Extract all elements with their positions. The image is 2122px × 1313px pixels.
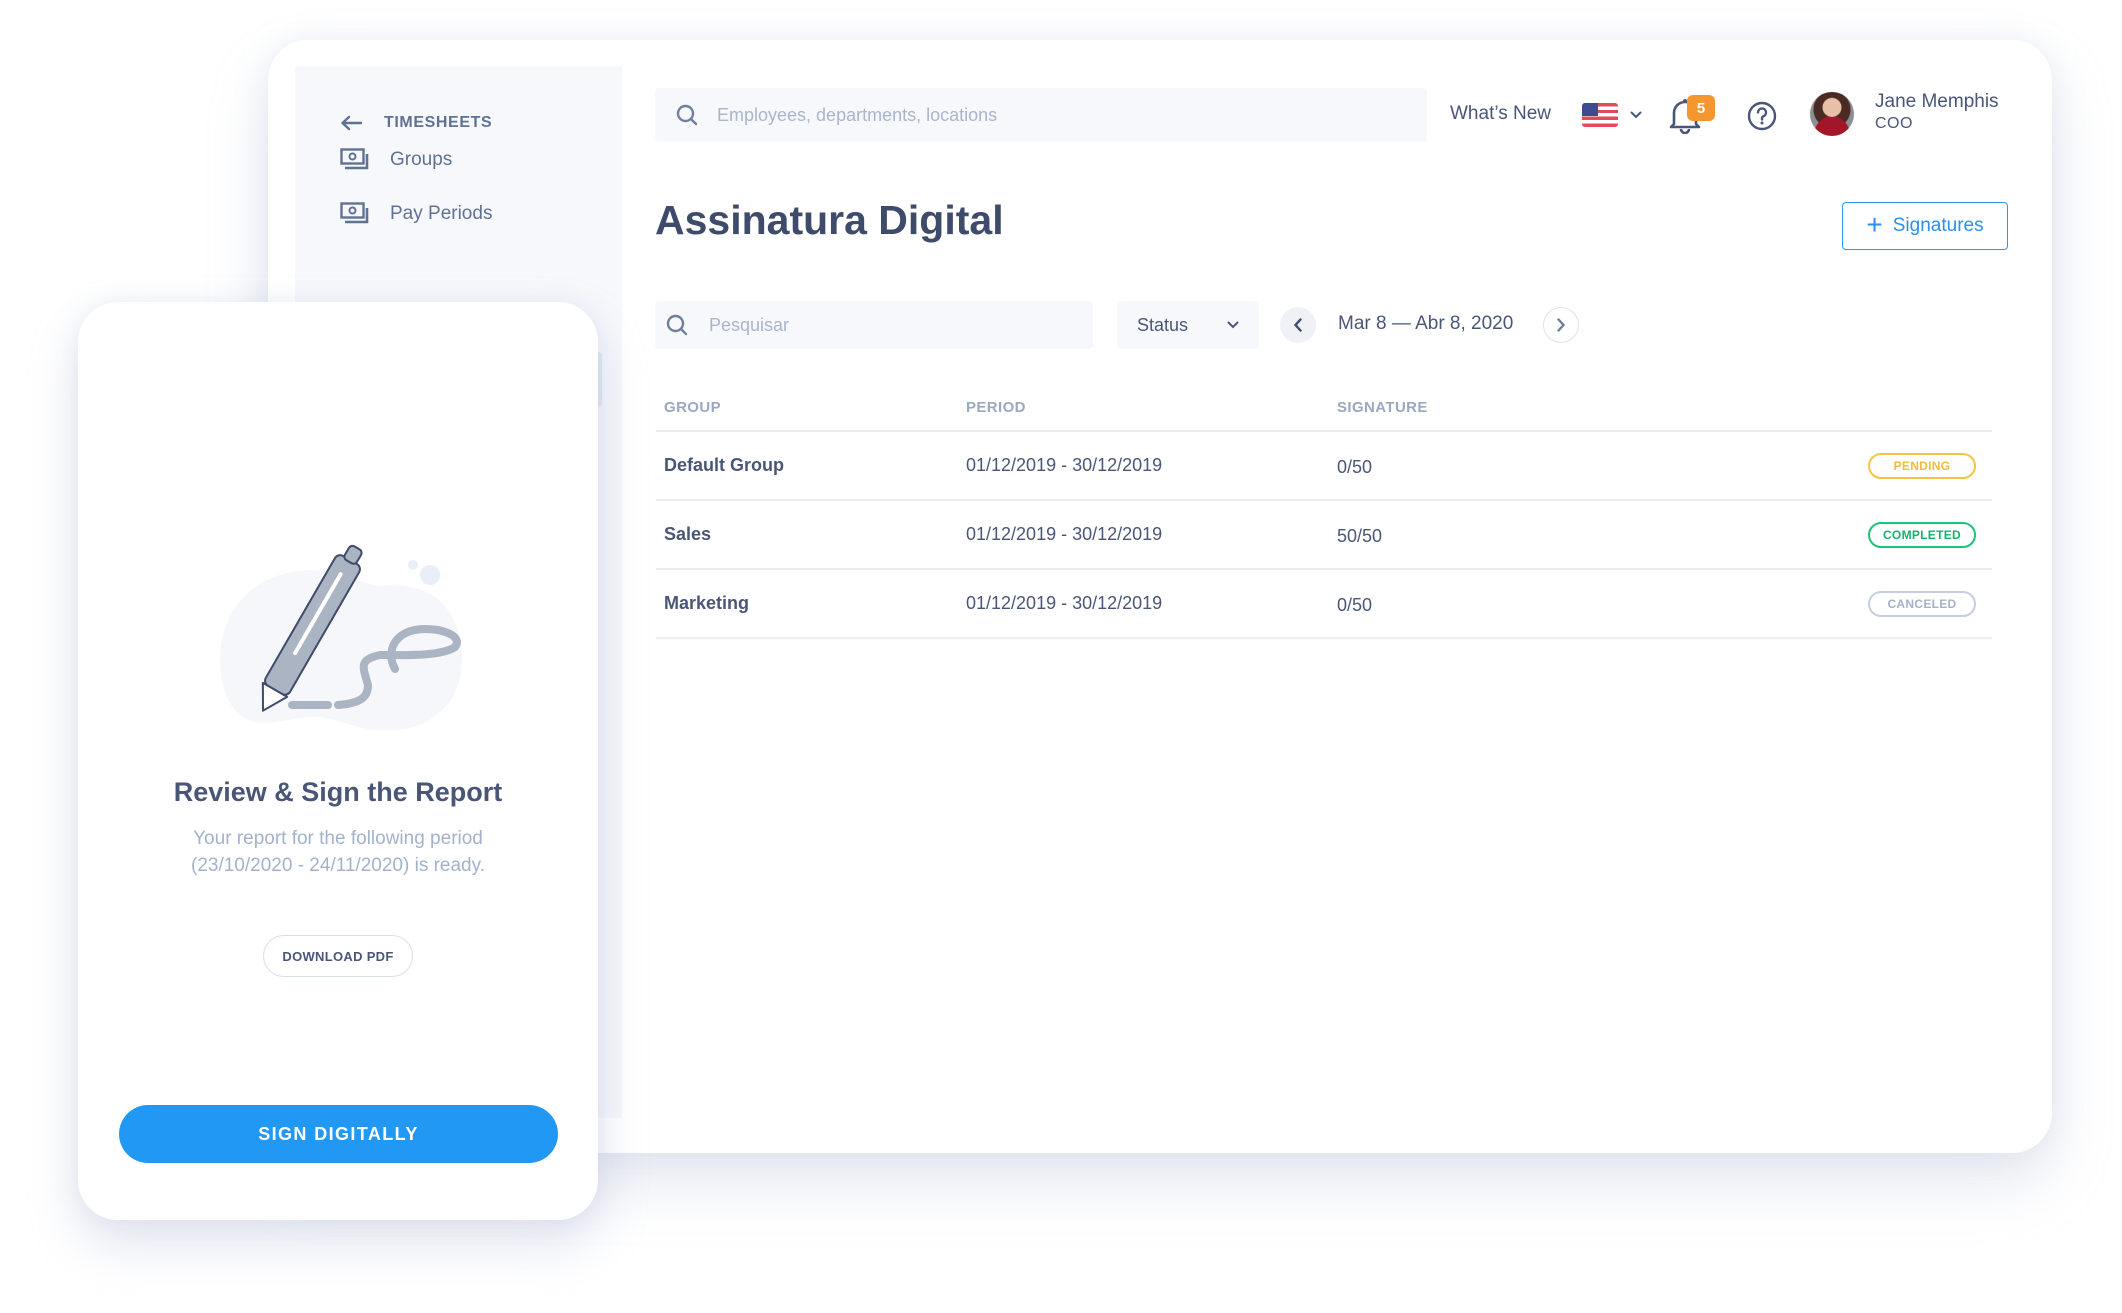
card-description-line2: (23/10/2020 - 24/11/2020) is ready. <box>191 855 485 876</box>
global-search-input[interactable] <box>717 104 1427 126</box>
table-body: Default Group 01/12/2019 - 30/12/2019 0/50… <box>656 432 1992 639</box>
status-badge: CANCELED <box>1868 590 1976 617</box>
column-header-group[interactable]: GROUP <box>656 399 966 416</box>
avatar[interactable] <box>1810 92 1854 136</box>
status-badge: PENDING <box>1868 452 1976 479</box>
money-icon <box>340 202 369 224</box>
chevron-down-icon <box>1630 111 1642 119</box>
user-name[interactable]: Jane Memphis <box>1875 91 1999 113</box>
group-cell: Default Group <box>664 455 784 475</box>
search-icon <box>666 314 688 336</box>
pen-signature-illustration <box>220 544 462 730</box>
period-cell: 01/12/2019 - 30/12/2019 <box>966 524 1163 544</box>
card-description: Your report for the following period (23… <box>78 825 598 879</box>
sidebar-item-groups[interactable]: Groups <box>340 148 452 172</box>
chevron-down-icon <box>1227 321 1239 329</box>
status-cell: CANCELED <box>1837 590 1992 617</box>
help-icon[interactable] <box>1747 101 1777 131</box>
global-search[interactable] <box>655 88 1427 142</box>
table-row[interactable]: Sales 01/12/2019 - 30/12/2019 50/50 COMPLET… <box>656 501 1992 570</box>
signatures-table: GROUP PERIOD SIGNATURE Default Group 01/1… <box>656 385 1992 639</box>
sign-report-card <box>78 302 598 1220</box>
column-header-signature[interactable]: SIGNATURE <box>1337 399 1837 416</box>
plus-icon: + <box>1866 208 1883 240</box>
group-cell: Marketing <box>664 593 750 613</box>
period-cell: 01/12/2019 - 30/12/2019 <box>966 455 1163 475</box>
search-icon <box>676 104 698 126</box>
period-cell: 01/12/2019 - 30/12/2019 <box>966 593 1163 613</box>
arrow-left-icon <box>341 115 362 131</box>
signature-cell: 0/50 <box>1337 457 1373 477</box>
chevron-left-icon <box>1293 318 1302 332</box>
sidebar-item-label: Groups <box>390 149 453 170</box>
previous-period-button[interactable] <box>1280 307 1316 343</box>
signature-cell: 50/50 <box>1337 526 1383 546</box>
card-description-line1: Your report for the following period <box>193 828 483 849</box>
status-cell: COMPLETED <box>1837 521 1992 548</box>
add-signatures-button[interactable]: + Signatures <box>1842 202 2008 250</box>
signature-cell: 0/50 <box>1337 595 1373 615</box>
card-title: Review & Sign the Report <box>173 777 503 807</box>
status-cell: PENDING <box>1837 452 1992 479</box>
user-role: COO <box>1875 115 1913 132</box>
status-dropdown-label: Status <box>1137 314 1189 335</box>
download-pdf-button[interactable]: DOWNLOAD PDF <box>263 935 413 977</box>
table-row[interactable]: Marketing 01/12/2019 - 30/12/2019 0/50 CANC… <box>656 570 1992 639</box>
sidebar-item-label: Pay Periods <box>390 203 493 224</box>
add-signatures-label: Signatures <box>1892 215 1984 236</box>
status-badge: COMPLETED <box>1868 521 1976 548</box>
back-label: TIMESHEETS <box>384 114 493 131</box>
sign-digitally-button[interactable]: SIGN DIGITALLY <box>119 1105 558 1163</box>
table-search-input[interactable] <box>709 314 1093 336</box>
page-title: Assinatura Digital <box>655 197 1004 243</box>
table-row[interactable]: Default Group 01/12/2019 - 30/12/2019 0/50… <box>656 432 1992 501</box>
us-flag-icon <box>1582 103 1618 127</box>
sidebar-item-pay-periods[interactable]: Pay Periods <box>340 202 492 226</box>
date-range: Mar 8 — Abr 8, 2020 <box>1338 313 1514 334</box>
notification-badge: 5 <box>1687 95 1715 121</box>
chevron-right-icon <box>1557 318 1566 332</box>
status-dropdown[interactable]: Status <box>1117 301 1259 349</box>
money-icon <box>340 148 369 170</box>
column-header-period[interactable]: PERIOD <box>966 399 1337 416</box>
language-selector[interactable] <box>1582 103 1642 127</box>
back-to-timesheets[interactable]: TIMESHEETS <box>340 114 492 132</box>
group-cell: Sales <box>664 524 712 544</box>
next-period-button[interactable] <box>1543 307 1579 343</box>
whats-new-link[interactable]: What’s New <box>1450 103 1551 125</box>
table-header: GROUP PERIOD SIGNATURE <box>656 385 1992 432</box>
table-search[interactable] <box>655 301 1093 349</box>
